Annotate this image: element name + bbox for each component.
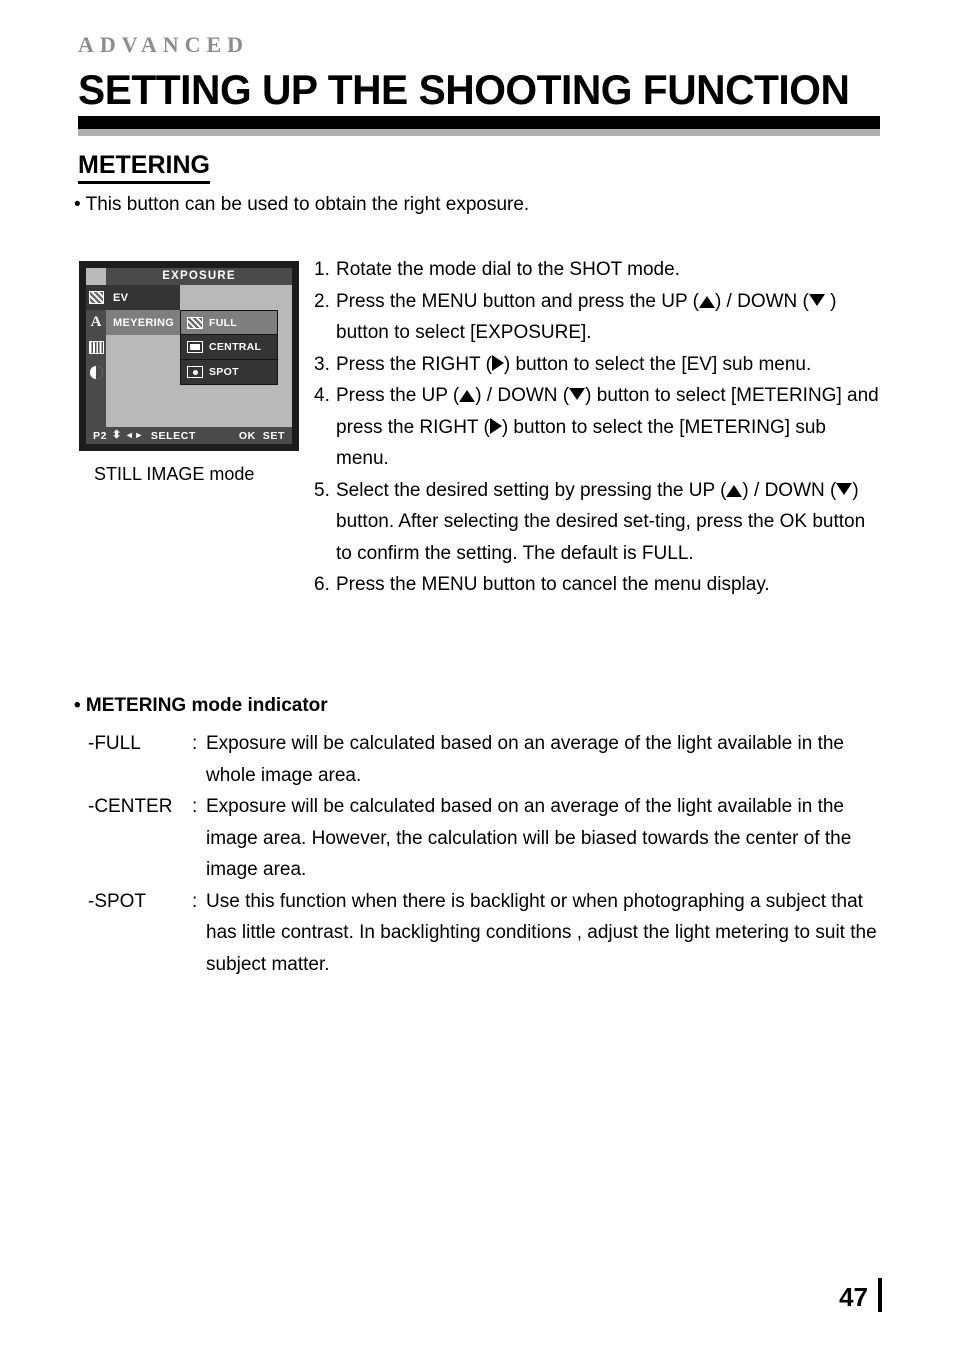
- lcd-status-bar: P2 ⬍ ◄► SELECT OK SET: [86, 427, 292, 444]
- header-rule-gray: [78, 129, 880, 136]
- lcd-menu-column: EV MEYERING: [106, 285, 180, 335]
- lcd-submenu-item-spot-label: SPOT: [209, 366, 239, 378]
- step-number: 3.: [314, 353, 330, 375]
- spot-dot-icon: [187, 366, 203, 378]
- indicator-row: -FULL: Exposure will be calculated based …: [88, 728, 888, 791]
- central-rect-icon: [187, 341, 203, 353]
- page-kicker: ADVANCED: [78, 32, 250, 57]
- triangle-right-icon: [489, 417, 502, 434]
- indicator-definition: Use this function when there is backligh…: [206, 890, 877, 975]
- section-heading: METERING: [78, 151, 210, 184]
- indicator-list: -FULL: Exposure will be calculated based …: [88, 728, 888, 980]
- indicator-term: -SPOT: [88, 890, 147, 912]
- lcd-submenu-item-spot[interactable]: SPOT: [180, 360, 278, 385]
- indicator-term: -FULL: [88, 733, 141, 754]
- lcd-icon-rail: A: [86, 285, 106, 427]
- lcd-menu-item-ev[interactable]: EV: [106, 285, 180, 310]
- lcd-status-ok: OK: [238, 429, 256, 442]
- lcd-screen-illustration: EXPOSURE A EV MEYERING FULL CENTRAL SPOT…: [79, 261, 299, 451]
- lcd-menu-item-metering-label: MEYERING: [113, 316, 175, 329]
- triangle-right-icon: [491, 354, 504, 371]
- step-number: 4.: [314, 385, 330, 406]
- step-number: 1.: [314, 259, 330, 280]
- step-item: 6. Press the MENU button to cancel the me…: [314, 569, 884, 601]
- manual-page: ADVANCED SETTING UP THE SHOOTING FUNCTIO…: [0, 0, 954, 1355]
- step-item: 2. Press the MENU button and press the UP…: [314, 286, 884, 349]
- indicator-definition: Exposure will be calculated based on an …: [206, 796, 852, 880]
- letter-a-icon: A: [90, 314, 102, 330]
- lcd-submenu-item-central-label: CENTRAL: [209, 341, 262, 353]
- step-text: Press the MENU button to cancel the menu…: [336, 574, 770, 595]
- step-number: 2.: [314, 290, 330, 312]
- indicator-term: -CENTER: [88, 796, 173, 817]
- step-text: Select the desired setting by pressing t…: [336, 479, 866, 564]
- step-item: 3. Press the RIGHT () button to select th…: [314, 349, 884, 381]
- lcd-display: EXPOSURE A EV MEYERING FULL CENTRAL SPOT…: [86, 268, 292, 444]
- contrast-circle-icon: [89, 366, 103, 379]
- step-text: Press the RIGHT () button to select the …: [336, 353, 812, 375]
- step-item: 1. Rotate the mode dial to the SHOT mode.: [314, 254, 884, 286]
- step-text: Rotate the mode dial to the SHOT mode.: [336, 259, 680, 280]
- step-number: 5.: [314, 479, 330, 501]
- lcd-status-select: SELECT: [150, 429, 196, 442]
- triangle-down-icon: [808, 293, 825, 306]
- hatch-square-icon: [187, 316, 203, 329]
- indicator-definition: Exposure will be calculated based on an …: [206, 733, 844, 786]
- step-item: 5. Select the desired setting by pressing…: [314, 475, 884, 570]
- step-item: 4. Press the UP () / DOWN () button to se…: [314, 380, 884, 475]
- hatch-square-icon: [88, 291, 104, 304]
- indicator-heading: • METERING mode indicator: [74, 695, 328, 716]
- lcd-title-bar: EXPOSURE: [106, 268, 292, 285]
- header-rule-black: [78, 116, 880, 129]
- up-down-arrows-icon: ⬍: [112, 429, 122, 441]
- indicator-colon: :: [192, 733, 198, 754]
- triangle-up-icon: [726, 484, 743, 497]
- page-number-rule: [878, 1278, 882, 1312]
- page-number: 47: [839, 1282, 868, 1312]
- lcd-submenu-item-central[interactable]: CENTRAL: [180, 335, 278, 360]
- triangle-down-icon: [836, 482, 853, 495]
- left-right-arrows-icon: ◄►: [124, 430, 144, 440]
- rail-cell-aperture: A: [86, 310, 106, 335]
- lcd-menu-item-ev-label: EV: [113, 291, 129, 304]
- lcd-submenu-item-full[interactable]: FULL: [180, 310, 278, 335]
- rail-cell-ev: [86, 285, 106, 310]
- page-title: SETTING UP THE SHOOTING FUNCTION: [78, 66, 850, 113]
- lcd-caption: STILL IMAGE mode: [94, 464, 255, 484]
- lcd-status-page: P2: [93, 429, 108, 442]
- step-text: Press the UP () / DOWN () button to sele…: [336, 385, 879, 469]
- lcd-status-set: SET: [262, 429, 285, 442]
- indicator-row: -CENTER: Exposure will be calculated base…: [88, 791, 888, 886]
- rail-cell-blank: [86, 385, 106, 410]
- indicator-colon: :: [192, 890, 198, 912]
- step-text: Press the MENU button and press the UP (…: [336, 290, 837, 344]
- steps-list: 1. Rotate the mode dial to the SHOT mode.…: [314, 254, 884, 601]
- lcd-bezel: EXPOSURE A EV MEYERING FULL CENTRAL SPOT…: [79, 261, 299, 451]
- indicator-colon: :: [192, 796, 198, 817]
- lcd-menu-item-metering[interactable]: MEYERING: [106, 310, 180, 335]
- rail-cell-sharpness: [86, 335, 106, 360]
- lcd-submenu-item-full-label: FULL: [209, 316, 238, 329]
- vertical-bars-icon: [88, 341, 104, 354]
- section-intro: • This button can be used to obtain the …: [74, 194, 530, 215]
- triangle-up-icon: [459, 390, 476, 402]
- triangle-up-icon: [698, 295, 715, 308]
- rail-cell-contrast: [86, 360, 106, 385]
- indicator-row: -SPOT: Use this function when there is ba…: [88, 886, 888, 981]
- lcd-submenu-column: FULL CENTRAL SPOT: [180, 310, 278, 385]
- step-number: 6.: [314, 574, 330, 595]
- triangle-down-icon: [569, 388, 586, 400]
